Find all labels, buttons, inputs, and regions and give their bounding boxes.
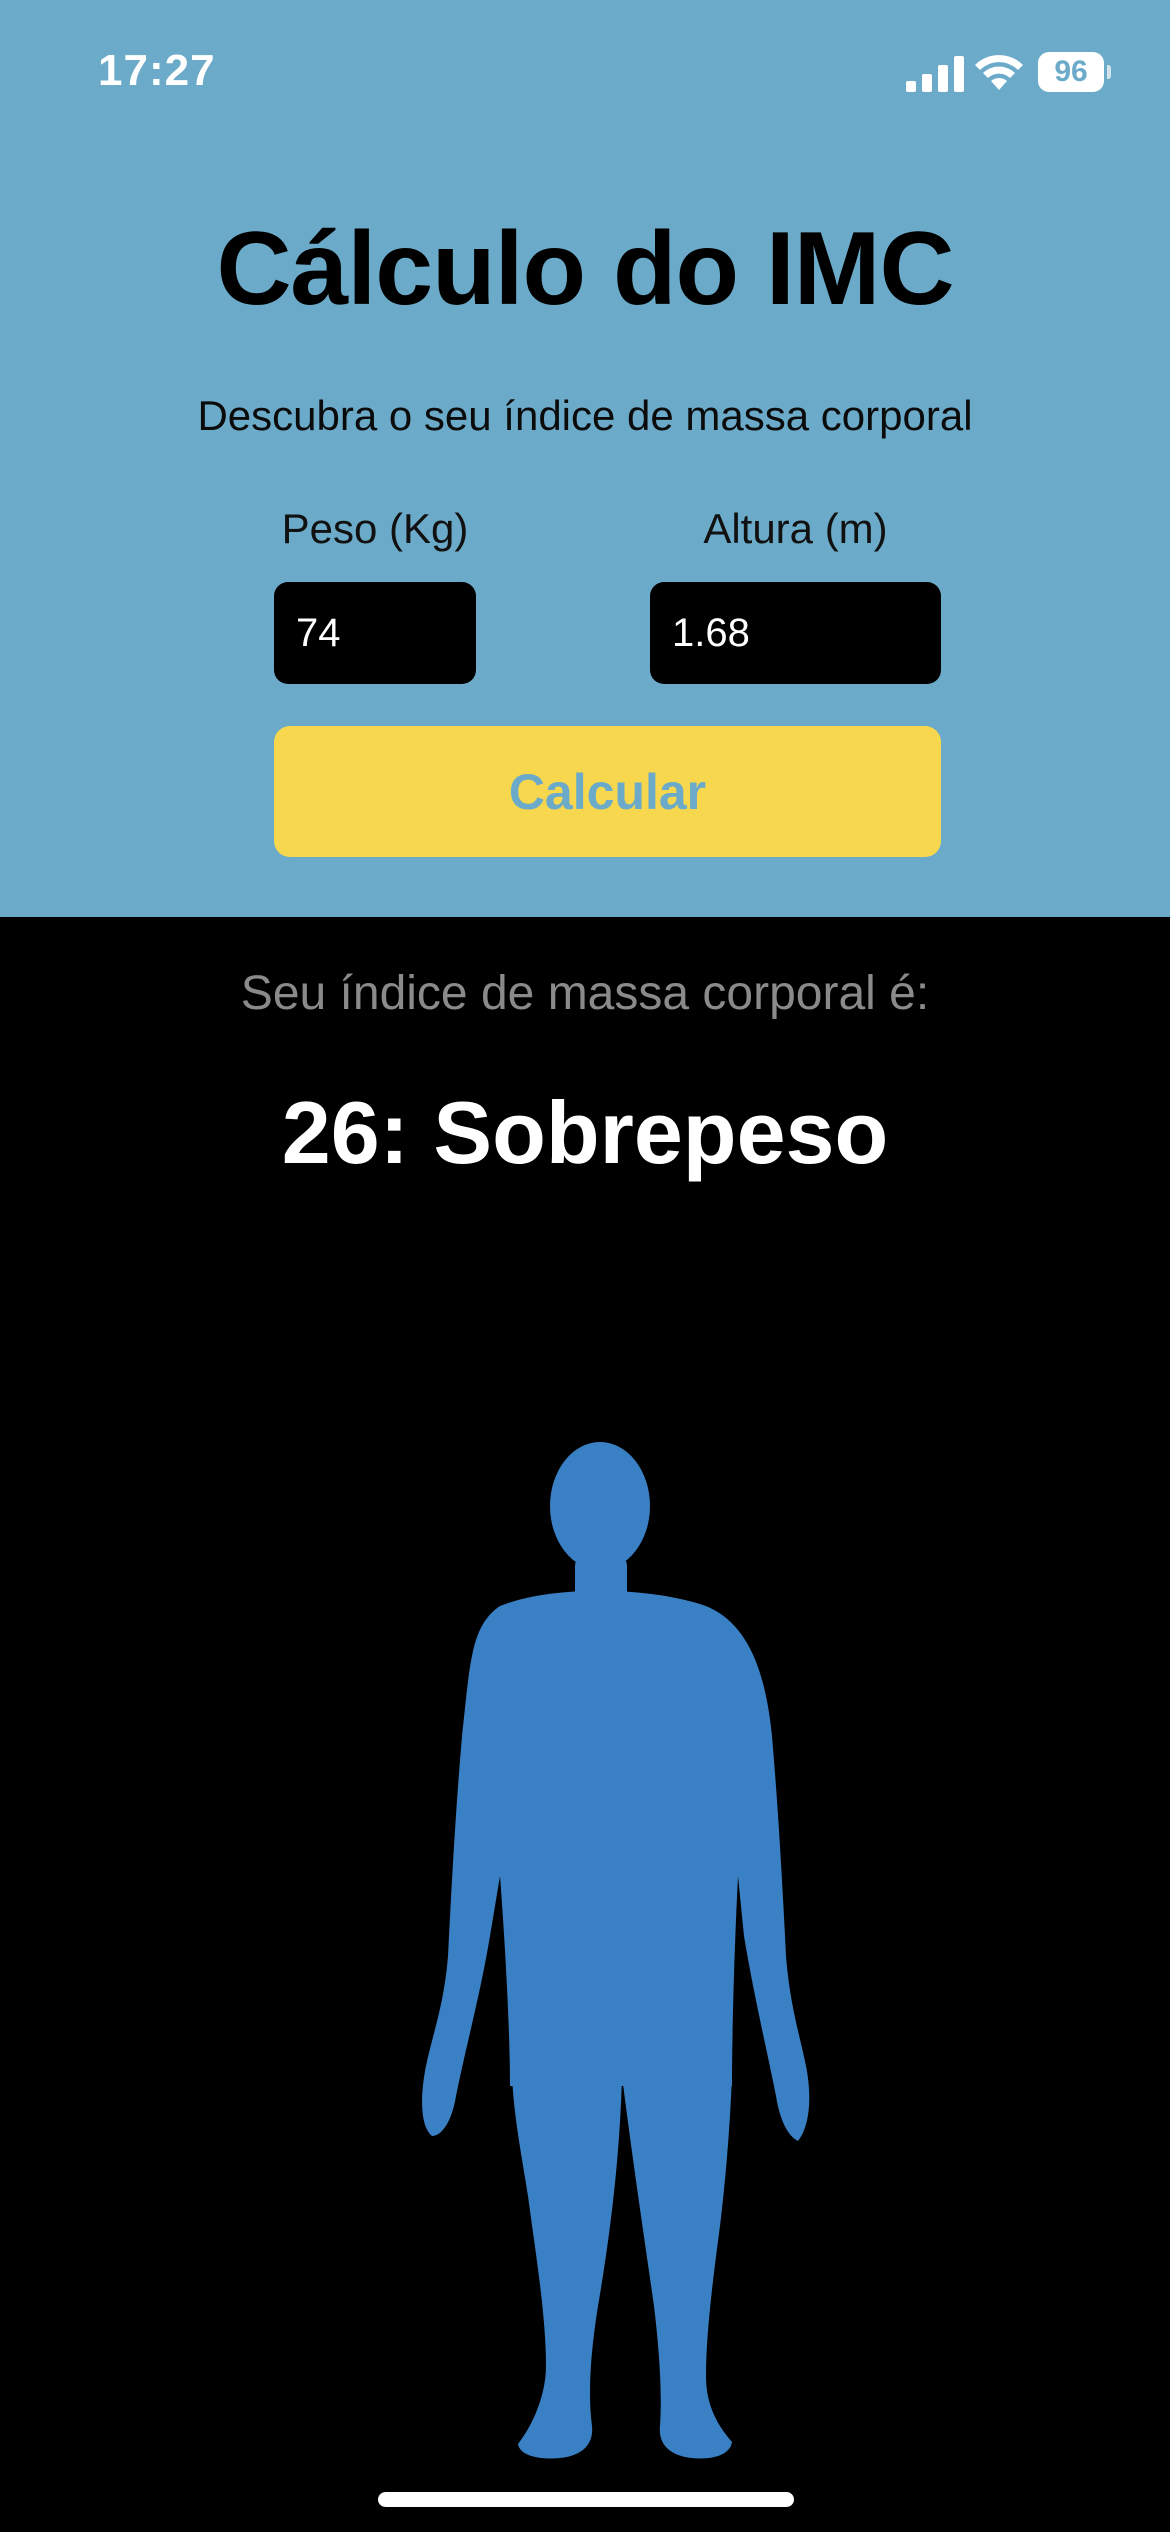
page-subtitle: Descubra o seu índice de massa corporal bbox=[197, 392, 973, 439]
result-label: Seu índice de massa corporal é: bbox=[240, 967, 930, 1020]
page-title: Cálculo do IMC bbox=[216, 211, 954, 327]
weight-input[interactable] bbox=[274, 582, 476, 684]
battery-icon: 96 bbox=[1038, 52, 1111, 92]
wifi-icon bbox=[975, 55, 1023, 90]
height-input[interactable] bbox=[650, 582, 941, 684]
status-bar: 17:27 96 bbox=[0, 0, 1170, 150]
height-label: Altura (m) bbox=[703, 505, 888, 552]
body-silhouette-image bbox=[422, 1442, 810, 2459]
result-value: 26: Sobrepeso bbox=[281, 1083, 889, 1182]
weight-label: Peso (Kg) bbox=[281, 505, 469, 552]
home-indicator[interactable] bbox=[378, 2492, 794, 2507]
battery-tip bbox=[1107, 65, 1111, 79]
battery-level: 96 bbox=[1038, 52, 1104, 92]
status-time: 17:27 bbox=[98, 46, 216, 95]
signal-icon bbox=[906, 56, 964, 92]
calculate-button[interactable]: Calcular bbox=[274, 726, 941, 857]
